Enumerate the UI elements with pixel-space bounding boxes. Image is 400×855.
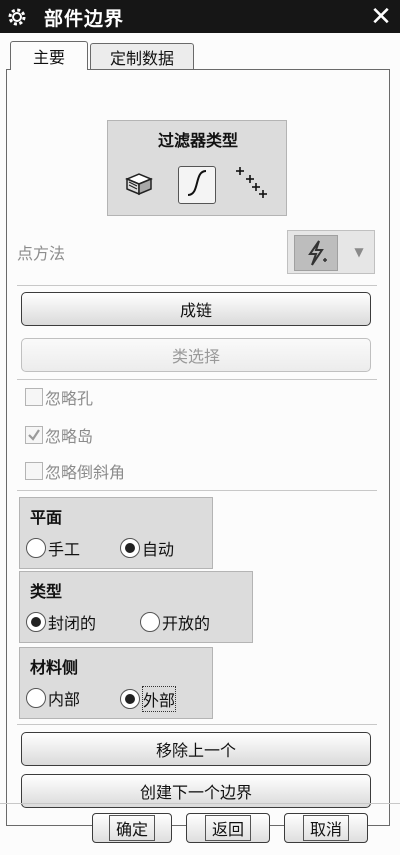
- type-closed-radio[interactable]: 封闭的: [26, 610, 96, 634]
- chevron-down-icon: ▼: [354, 245, 364, 259]
- plane-manual-label: 手工: [48, 540, 81, 559]
- face-filter-button[interactable]: [120, 167, 158, 205]
- checkmark-icon: [28, 429, 40, 441]
- ignore-chamfers-checkbox-row[interactable]: 忽略倒斜角: [25, 460, 125, 482]
- ignore-holes-checkbox-row[interactable]: 忽略孔: [25, 386, 93, 408]
- window-title: 部件边界: [44, 8, 125, 30]
- lightning-point-icon: [294, 235, 338, 271]
- filter-type-title: 过滤器类型: [157, 131, 238, 150]
- close-icon[interactable]: ✕: [366, 2, 396, 32]
- ignore-islands-checkbox-row[interactable]: 忽略岛: [25, 424, 93, 446]
- divider: [17, 724, 377, 725]
- filter-type-group: 过滤器类型: [107, 120, 287, 216]
- divider: [17, 285, 377, 286]
- remove-last-button[interactable]: 移除上一个: [21, 732, 371, 766]
- radio-button[interactable]: [120, 538, 140, 558]
- points-filter-button[interactable]: [232, 165, 270, 203]
- type-open-radio[interactable]: 开放的: [140, 610, 210, 634]
- ignore-chamfers-checkbox[interactable]: [25, 462, 43, 480]
- type-group: 类型 封闭的 开放的: [19, 571, 253, 643]
- curve-icon: [183, 168, 211, 202]
- ok-button[interactable]: 确定: [92, 813, 172, 843]
- cancel-label: 取消: [302, 815, 349, 841]
- ignore-holes-checkbox[interactable]: [25, 388, 43, 406]
- ignore-islands-checkbox[interactable]: [25, 426, 43, 444]
- curve-filter-button[interactable]: [178, 166, 216, 204]
- plane-title: 平面: [30, 508, 63, 527]
- dialog-body: 主要 定制数据 过滤器类型 点方法 ▼ 成链 类选择 忽略孔 忽略岛 忽略倒斜角…: [0, 33, 400, 855]
- title-bar: 部件边界 ✕: [0, 0, 400, 33]
- ignore-islands-label: 忽略岛: [45, 427, 94, 446]
- tab-custom-data[interactable]: 定制数据: [90, 43, 194, 70]
- back-button[interactable]: 返回: [186, 813, 270, 843]
- plane-auto-label: 自动: [142, 540, 175, 559]
- back-label: 返回: [204, 815, 251, 841]
- material-outside-radio[interactable]: 外部: [120, 686, 177, 712]
- material-outside-label: 外部: [142, 686, 177, 712]
- radio-button[interactable]: [26, 612, 46, 632]
- divider: [17, 490, 377, 491]
- radio-button[interactable]: [26, 538, 46, 558]
- face-icon: [123, 171, 155, 201]
- footer-divider: [0, 803, 400, 804]
- points-icon: [234, 165, 268, 203]
- plane-auto-radio[interactable]: 自动: [120, 536, 174, 560]
- material-side-group: 材料侧 内部 外部: [19, 647, 213, 719]
- type-open-label: 开放的: [162, 614, 211, 633]
- ok-label: 确定: [108, 815, 155, 841]
- ignore-chamfers-label: 忽略倒斜角: [45, 463, 126, 482]
- point-method-label: 点方法: [17, 244, 66, 263]
- main-panel: 过滤器类型 点方法 ▼ 成链 类选择 忽略孔 忽略岛 忽略倒斜角 平面 手工 自…: [6, 69, 390, 826]
- radio-button[interactable]: [26, 688, 46, 708]
- plane-group: 平面 手工 自动: [19, 497, 213, 569]
- type-closed-label: 封闭的: [48, 614, 97, 633]
- ignore-holes-label: 忽略孔: [45, 389, 94, 408]
- divider: [17, 379, 377, 380]
- cancel-button[interactable]: 取消: [284, 813, 368, 843]
- type-title: 类型: [30, 582, 63, 601]
- class-select-button[interactable]: 类选择: [21, 338, 371, 372]
- gear-icon[interactable]: [6, 6, 28, 28]
- radio-button[interactable]: [120, 689, 140, 709]
- plane-manual-radio[interactable]: 手工: [26, 536, 80, 560]
- material-side-title: 材料侧: [30, 658, 79, 677]
- material-inside-label: 内部: [48, 690, 81, 709]
- chain-button[interactable]: 成链: [21, 292, 371, 326]
- material-inside-radio[interactable]: 内部: [26, 686, 80, 710]
- radio-button[interactable]: [140, 612, 160, 632]
- point-method-dropdown[interactable]: ▼: [287, 230, 375, 274]
- tab-main[interactable]: 主要: [10, 41, 88, 70]
